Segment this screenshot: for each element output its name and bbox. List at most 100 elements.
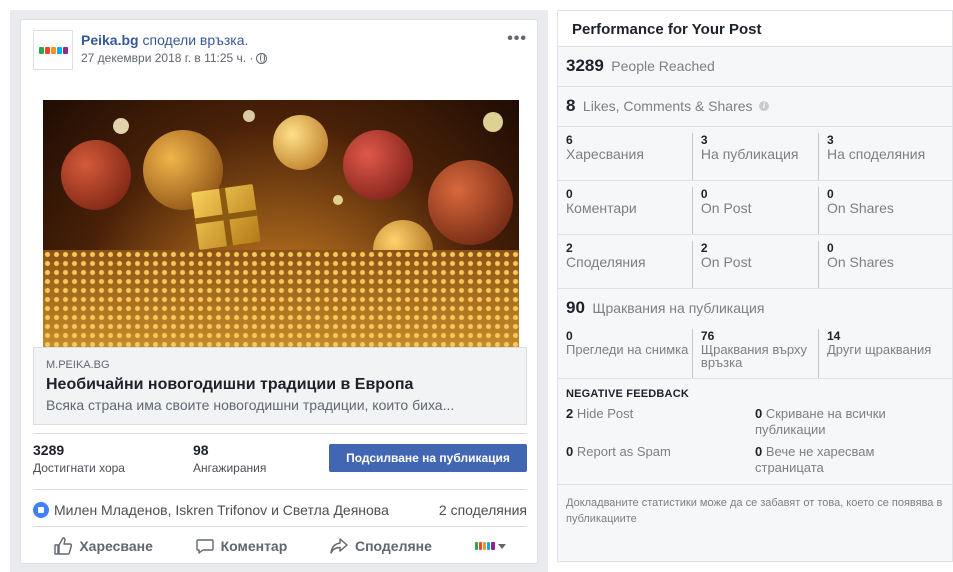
engagement-stat: 98 Ангажирания <box>193 442 266 476</box>
performance-panel: Performance for Your Post 3289 People Re… <box>557 10 953 562</box>
page-name-link[interactable]: Peika.bg <box>81 32 139 48</box>
cell-value: 6 <box>566 133 573 147</box>
link-description: Всяка страна има своите новогодишни трад… <box>46 397 455 413</box>
likes-cell: 6 Харесвания <box>566 133 692 180</box>
post-panel: Peika.bg сподели връзка. 27 декември 201… <box>10 10 548 572</box>
logo-letter <box>56 46 62 54</box>
hide-all-posts-stat: 0 Скриване на всички публикации <box>755 406 944 438</box>
share-button-label: Споделяне <box>354 538 432 554</box>
clicks-breakdown-row: 0 Прегледи на снимка 76 Щраквания върху вр… <box>558 329 952 379</box>
cell-label: Други щраквания <box>826 342 932 357</box>
like-button-label: Харесване <box>79 538 153 554</box>
stat-label: Report as Spam <box>576 444 671 459</box>
bokeh-ornament <box>428 160 513 245</box>
stat-value: 0 <box>755 406 763 421</box>
link-title[interactable]: Необичайни новогодишни традиции в Европа <box>46 374 514 396</box>
divider <box>33 526 527 527</box>
post-clicks-label: Щраквания на публикация <box>592 300 765 316</box>
cell-value: 0 <box>826 241 834 255</box>
logo-letter <box>478 542 483 550</box>
info-icon[interactable]: i <box>759 101 769 111</box>
like-reaction-icon[interactable] <box>33 502 49 518</box>
link-clicks-cell: 76 Щраквания върху връзка <box>691 329 818 378</box>
logo-letter <box>491 542 495 550</box>
like-button[interactable]: Харесване <box>54 537 153 555</box>
comments-cell: 0 Коментари <box>566 187 692 234</box>
post-header-text: Peika.bg сподели връзка. 27 декември 201… <box>81 31 268 67</box>
divider <box>33 433 527 434</box>
photo-views-cell: 0 Прегледи на снимка <box>566 329 692 378</box>
post-actions-row: Харесване Коментар Споделяне <box>33 532 527 560</box>
post-clicks-value: 90 <box>566 298 585 317</box>
hide-post-stat: 2 Hide Post <box>566 406 755 438</box>
post-clicks-section: 90 Щраквания на публикация <box>558 289 952 329</box>
logo-letter <box>50 46 56 54</box>
comments-breakdown-row: 0 Коментари 0 On Post 0 On Shares <box>558 181 952 235</box>
stat-label: Вече не харесвам страницата <box>755 444 875 475</box>
performance-title: Performance for Your Post <box>558 11 952 47</box>
cell-value: 2 <box>700 241 708 255</box>
logo-letter <box>487 542 491 550</box>
reach-stat: 3289 Достигнати хора <box>33 442 125 476</box>
shares-count[interactable]: 2 споделяния <box>439 502 527 518</box>
cell-value: 0 <box>566 187 573 201</box>
cell-label: Прегледи на снимка <box>566 342 689 357</box>
post-as-selector[interactable] <box>474 542 506 550</box>
globe-icon[interactable] <box>256 52 268 64</box>
cell-label: На публикация <box>700 146 799 162</box>
share-arrow-icon <box>330 538 348 554</box>
link-preview[interactable]: M.PEIKA.BG Необичайни новогодишни традиц… <box>33 347 527 425</box>
bokeh-light <box>113 118 129 134</box>
post-meta-line: 27 декември 2018 г. в 11:25 ч. · <box>81 49 268 67</box>
share-button[interactable]: Споделяне <box>330 537 432 555</box>
boost-post-button[interactable]: Подсилване на публикация <box>329 444 527 472</box>
post-timestamp[interactable]: 27 декември 2018 г. в 11:25 ч. · <box>81 49 253 67</box>
bokeh-light <box>483 112 503 132</box>
logo-letter <box>38 46 44 54</box>
negative-feedback-row: 2 Hide Post 0 Скриване на всички публика… <box>566 406 944 438</box>
bokeh-ornament <box>343 130 413 200</box>
negative-feedback-title: NEGATIVE FEEDBACK <box>566 388 689 400</box>
cell-label: Харесвания <box>566 146 644 162</box>
likes-on-shares-cell: 3 На споделяния <box>817 133 944 180</box>
report-spam-stat: 0 Report as Spam <box>566 444 755 476</box>
logo-letter <box>44 46 50 54</box>
reactions-names[interactable]: Милен Младенов, Iskren Trifonov и Светла… <box>54 502 439 518</box>
comment-button[interactable]: Коментар <box>195 537 288 555</box>
cell-label: On Post <box>700 254 752 270</box>
post-link-image[interactable] <box>43 100 519 347</box>
cell-value: 3 <box>826 133 834 147</box>
link-domain: M.PEIKA.BG <box>46 359 110 371</box>
page-avatar[interactable] <box>33 30 73 70</box>
negative-feedback-section: NEGATIVE FEEDBACK 2 Hide Post 0 Скриване… <box>558 379 952 485</box>
cell-label: Щраквания върху връзка <box>700 342 808 370</box>
bokeh-light <box>243 110 255 122</box>
divider <box>33 489 527 490</box>
bokeh-light <box>333 195 343 205</box>
more-options-icon[interactable]: ••• <box>507 30 527 48</box>
peika-logo <box>38 46 68 54</box>
thumbs-up-icon <box>54 537 73 555</box>
stat-value: 0 <box>566 444 574 459</box>
shares-cell: 2 Споделяния <box>566 241 692 288</box>
cell-value: 0 <box>826 187 834 201</box>
cell-value: 76 <box>700 329 715 343</box>
comments-on-shares-cell: 0 On Shares <box>817 187 944 234</box>
engagement-breakdown-row: 6 Харесвания 3 На публикация 3 На споделяни… <box>558 127 952 181</box>
cell-label: На споделяния <box>826 146 926 162</box>
shares-on-shares-cell: 0 On Shares <box>817 241 944 288</box>
bokeh-ornament <box>273 115 328 170</box>
cell-label: On Shares <box>826 200 894 216</box>
cell-value: 0 <box>566 329 573 343</box>
people-reached-section: 3289 People Reached <box>558 47 952 87</box>
reactions-row: Милен Младенов, Iskren Trifonov и Светла… <box>33 498 527 522</box>
cell-label: On Post <box>700 200 752 216</box>
engagement-value: 98 <box>193 442 209 458</box>
stat-value: 2 <box>566 406 574 421</box>
logo-letter <box>62 46 68 54</box>
post-header: Peika.bg сподели връзка. 27 декември 201… <box>33 30 527 74</box>
stat-label: Hide Post <box>576 406 634 421</box>
comment-button-label: Коментар <box>220 538 288 554</box>
chevron-down-icon <box>497 543 506 549</box>
logo-letter <box>483 542 487 550</box>
